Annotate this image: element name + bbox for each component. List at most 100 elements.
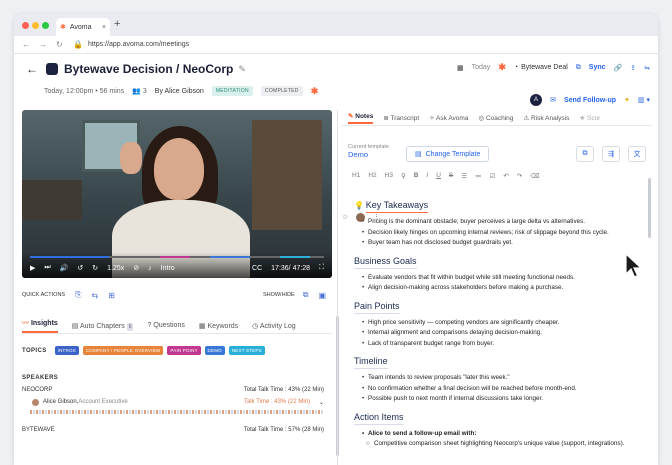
- format-h3[interactable]: H3: [385, 172, 393, 180]
- more-icon[interactable]: ⇋: [644, 64, 650, 72]
- topic-segment-pain[interactable]: [160, 256, 190, 258]
- notes-scrollbar[interactable]: [648, 178, 651, 238]
- change-template-button[interactable]: ▤ Change Template: [406, 146, 490, 162]
- tab-coaching[interactable]: ◎ Coaching: [478, 114, 513, 122]
- topic-demo[interactable]: DEMO: [204, 346, 225, 355]
- maximize-window-dot[interactable]: [42, 22, 49, 29]
- browser-tab[interactable]: ✱ Avoma ×: [56, 18, 110, 36]
- format-italic[interactable]: I: [426, 172, 428, 180]
- business-goals-list: Evaluate vendors that fit within budget …: [354, 274, 644, 293]
- tab-coaching-label: Coaching: [485, 114, 514, 122]
- speaker-row[interactable]: Alice Gibson, Account Executive Talk Tim…: [22, 396, 332, 408]
- meeting-header: ← Bytewave Decision / NeoCorp ✎ ▦ Today …: [14, 54, 658, 84]
- close-tab-icon[interactable]: ×: [102, 24, 106, 31]
- link-icon[interactable]: 🔗: [614, 64, 623, 72]
- mute-icon[interactable]: ⊘: [133, 264, 139, 272]
- notes-body[interactable]: 💡 Key Takeaways Pricing is the dominant …: [354, 194, 644, 451]
- translate-icon[interactable]: 文: [628, 146, 646, 162]
- layout-toggle-icon[interactable]: ▥ ▾: [638, 96, 650, 104]
- checklist-icon[interactable]: ☑: [490, 172, 496, 180]
- back-arrow-icon[interactable]: ←: [26, 62, 38, 76]
- tab-auto-chapters[interactable]: ▤ Auto Chapters 6: [72, 322, 134, 331]
- topic-intros[interactable]: INTROS: [54, 346, 79, 355]
- deal-link[interactable]: ◔ Bytewave Deal: [514, 64, 568, 71]
- edit-pencil-icon[interactable]: ✎: [238, 64, 246, 75]
- template-value[interactable]: Demo: [348, 150, 389, 159]
- meditation-badge[interactable]: MEDITATION: [211, 86, 253, 96]
- play-icon[interactable]: ▶: [30, 264, 35, 272]
- video-cabinet: [22, 180, 82, 220]
- speaker-waveform[interactable]: [30, 410, 324, 414]
- url-text[interactable]: https://app.avoma.com/meetings: [88, 41, 189, 48]
- forward-nav-icon[interactable]: →: [39, 40, 48, 49]
- close-window-dot[interactable]: [22, 22, 29, 29]
- copy-icon[interactable]: ⧉: [576, 146, 594, 162]
- crm-push-icon[interactable]: ⇶: [602, 146, 620, 162]
- attendees-count[interactable]: 3: [143, 88, 147, 95]
- numbered-list-icon[interactable]: ≔: [475, 172, 482, 180]
- tab-risk-analysis-label: Risk Analysis: [531, 114, 570, 122]
- speed-control[interactable]: 1.25x: [107, 265, 124, 272]
- tab-activity-log[interactable]: ◷ Activity Log: [252, 322, 295, 330]
- hubspot-icon[interactable]: ✱: [498, 62, 506, 73]
- volume-icon[interactable]: 🔊: [60, 264, 69, 272]
- tab-notes[interactable]: ✎ Notes: [348, 112, 374, 124]
- video-progress-played: [30, 256, 110, 258]
- speaker-talk-time: Talk Time : 43% (22 Min): [243, 399, 310, 405]
- cc-button[interactable]: CC: [252, 265, 262, 272]
- topic-next-steps[interactable]: NEXT STEPS: [228, 346, 265, 355]
- deal-icon: ◔: [513, 64, 519, 71]
- fullscreen-icon[interactable]: ⛶: [319, 264, 324, 272]
- insight-tabs: 〰 Insights ▤ Auto Chapters 6 ? Questions…: [22, 318, 332, 334]
- forward-icon[interactable]: ↻: [92, 264, 98, 272]
- pip-icon[interactable]: ⧉: [303, 290, 309, 300]
- chapter-label[interactable]: Intro: [161, 265, 175, 272]
- video-progress-track[interactable]: [30, 256, 324, 258]
- clear-format-icon[interactable]: ⌫: [530, 172, 539, 180]
- sync-button[interactable]: Sync: [589, 64, 606, 71]
- avoma-logo-icon: ✱: [60, 24, 66, 31]
- share-icon[interactable]: ⇪: [630, 64, 636, 72]
- camera-icon[interactable]: ▣: [318, 291, 326, 300]
- link-format-icon[interactable]: ⚲: [401, 172, 406, 180]
- reload-icon[interactable]: ↻: [56, 40, 65, 49]
- tab-ask-avoma[interactable]: ✧ Ask Avoma: [429, 114, 468, 122]
- minimize-window-dot[interactable]: [32, 22, 39, 29]
- tab-keywords-label: Keywords: [207, 322, 239, 330]
- new-tab-button[interactable]: +: [114, 18, 120, 30]
- loop-icon[interactable]: ⇆: [92, 291, 99, 300]
- format-h1[interactable]: H1: [352, 172, 360, 180]
- tab-keywords[interactable]: ▦ Keywords: [199, 322, 238, 330]
- show-hide-label[interactable]: SHOW/HIDE: [263, 292, 295, 298]
- tab-score[interactable]: ★ Scor: [579, 114, 600, 122]
- clip-icon[interactable]: ⎘: [75, 290, 81, 300]
- format-strike[interactable]: S: [449, 172, 453, 180]
- bookmark-icon[interactable]: ⊞: [108, 291, 115, 300]
- send-followup-button[interactable]: Send Follow-up: [564, 97, 616, 104]
- bullet-list-icon[interactable]: ☰: [461, 172, 467, 180]
- tab-risk-analysis[interactable]: ⚠ Risk Analysis: [523, 114, 569, 122]
- panel-divider[interactable]: [337, 110, 338, 465]
- format-h2[interactable]: H2: [368, 172, 376, 180]
- tab-questions[interactable]: ? Questions: [147, 322, 184, 329]
- video-player[interactable]: ▶ ⏭ 🔊 ↺ ↻ 1.25x ⊘ ♪ Intro CC 17:36/ 47:2…: [22, 110, 332, 278]
- format-underline[interactable]: U: [436, 172, 441, 180]
- speaker-expand-icon[interactable]: ⌄: [319, 399, 324, 406]
- topic-pain-point[interactable]: PAIN POINT: [167, 346, 201, 355]
- topic-segment-next[interactable]: [280, 256, 310, 258]
- rewind-icon[interactable]: ↺: [77, 264, 83, 272]
- assistant-avatar[interactable]: A: [530, 94, 543, 106]
- topic-company-overview[interactable]: COMPANY / PEOPLE OVERVIEW: [82, 346, 164, 355]
- back-nav-icon[interactable]: ←: [22, 40, 31, 49]
- tab-transcript[interactable]: ≣ Transcript: [383, 114, 419, 122]
- redo-icon[interactable]: ↷: [517, 172, 522, 180]
- undo-icon[interactable]: ↶: [503, 172, 508, 180]
- key-takeaways-heading: Key Takeaways: [365, 200, 429, 213]
- list-item: Lack of transparent budget range from bu…: [362, 340, 644, 349]
- format-bold[interactable]: B: [414, 172, 419, 180]
- skip-icon[interactable]: ⏭: [44, 264, 50, 272]
- tab-insights[interactable]: 〰 Insights: [22, 318, 58, 333]
- external-link-icon[interactable]: ⧉: [576, 64, 581, 72]
- action-items-heading: Action Items: [354, 412, 404, 425]
- topic-segment-demo[interactable]: [210, 256, 250, 258]
